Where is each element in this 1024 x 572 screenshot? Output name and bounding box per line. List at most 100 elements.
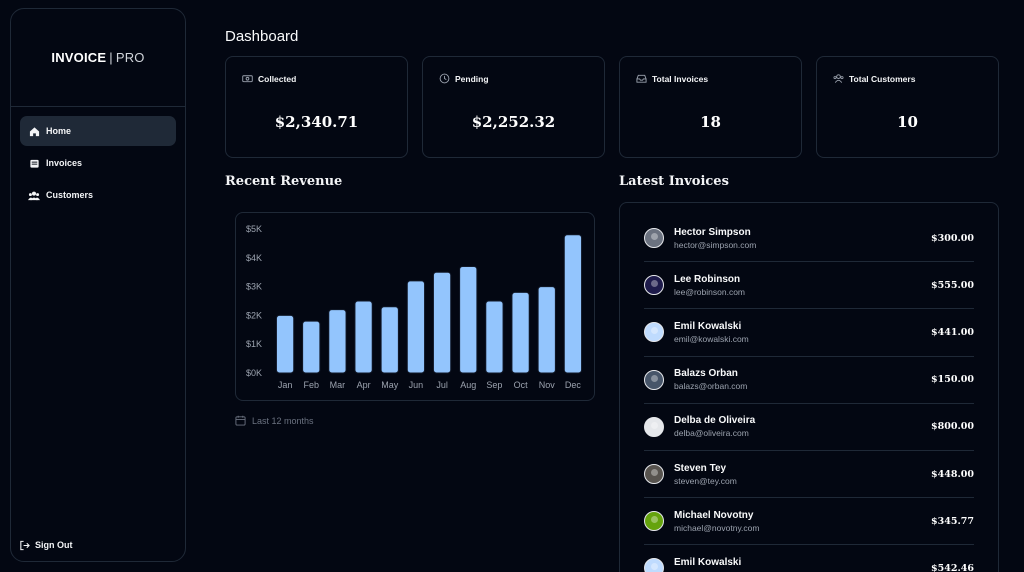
customer-email: emil@kowalski.com [674,333,749,344]
invoice-row[interactable]: Balazs Orban balazs@orban.com $150.00 [644,357,974,404]
avatar [644,322,664,343]
invoice-amount: $448.00 [931,468,974,480]
card-total-customers: Total Customers 10 [816,56,999,158]
y-tick-label: $5K [246,224,262,234]
avatar [644,275,664,296]
recent-revenue-title: Recent Revenue [225,174,343,189]
x-tick-label: Aug [460,380,476,390]
card-label: Collected [258,73,297,84]
x-tick-label: Mar [330,380,346,390]
invoice-row[interactable]: Emil Kowalski emil@kowalski.com $441.00 [644,309,974,357]
dashboard-app: INVOICE | PRO Home Invoices Customers Si… [0,0,1024,572]
home-icon [28,125,40,137]
card-collected: Collected $2,340.71 [225,56,408,158]
customer-email: delba@oliveira.com [674,428,749,439]
brand-separator: | [109,50,113,65]
card-value: 10 [897,113,918,131]
invoice-info: Delba de Oliveira delba@oliveira.com [674,414,931,439]
customer-name: Balazs Orban [674,368,738,380]
revenue-bar-jan[interactable] [275,314,295,374]
invoice-row[interactable]: Emil Kowalskiemil@kowalski.com$542.46 [644,545,974,572]
card-label: Total Invoices [652,73,709,84]
revenue-bar-nov[interactable] [537,286,556,374]
invoice-row[interactable]: Steven Tey steven@tey.com $448.00 [644,451,974,499]
revenue-bar-jul[interactable] [432,271,452,374]
revenue-bar-oct[interactable] [511,291,530,374]
invoice-amount: $150.00 [931,374,974,386]
customer-email: michael@novotny.com [674,522,760,533]
brand-name: INVOICE [51,50,107,65]
sign-out-button[interactable]: Sign Out [19,539,73,551]
sign-out-icon [19,539,31,551]
x-tick-label: Dec [565,380,582,390]
revenue-bar-jun[interactable] [406,280,426,374]
sidebar: INVOICE | PRO Home Invoices Customers Si… [10,8,186,562]
banknotes-icon [242,73,253,84]
invoice-amount: $441.00 [931,326,974,338]
avatar [644,369,664,390]
invoice-row[interactable]: Lee Robinson lee@robinson.com $555.00 [644,262,974,310]
latest-invoices-title: Latest Invoices [619,174,729,189]
card-total-invoices: Total Invoices 18 [619,56,802,158]
avatar [644,511,664,532]
invoice-info: Emil Kowalskiemil@kowalski.com [674,556,931,572]
sign-out-label: Sign Out [35,540,73,550]
y-tick-label: $2K [246,310,262,320]
x-tick-label: Jul [436,380,448,390]
sidebar-item-customers[interactable]: Customers [20,180,176,210]
calendar-icon [235,415,246,426]
invoice-row[interactable]: Delba de Oliveira delba@oliveira.com $800.… [644,404,974,451]
card-value: $2,340.71 [274,113,359,131]
invoice-list: Hector Simpson hector@simpson.com $300.00 L… [644,215,974,572]
revenue-bar-sep[interactable] [485,300,504,374]
invoice-row[interactable]: Michael Novotny michael@novotny.com $345.7… [644,498,974,546]
y-tick-label: $3K [246,282,262,292]
revenue-bar-feb[interactable] [302,320,321,374]
sidebar-item-label: Customers [46,190,94,200]
customer-name: Steven Tey [674,462,727,474]
avatar [644,228,664,249]
chart-footer: Last 12 months [235,415,314,426]
user-group-icon [833,73,844,84]
customer-name: Emil Kowalski [674,320,742,332]
revenue-bar-aug[interactable] [459,265,478,374]
y-tick-label: $0K [246,368,262,378]
card-label: Total Customers [849,73,916,84]
customer-email: steven@tey.com [674,475,737,486]
invoice-info: Lee Robinson lee@robinson.com [674,273,931,298]
y-tick-label: $1K [246,339,262,349]
brand-logo[interactable]: INVOICE | PRO [11,9,185,107]
customer-name: Lee Robinson [674,273,741,285]
customer-email: lee@robinson.com [674,286,745,297]
invoice-amount: $542.46 [931,562,974,572]
avatar [644,558,664,572]
x-tick-label: Jan [278,380,293,390]
revenue-bar-dec[interactable] [563,234,583,374]
revenue-bar-may[interactable] [380,306,399,374]
card-value: 18 [700,113,721,131]
invoice-info: Emil Kowalskiemil@kowalski.com [674,320,931,345]
card-pending: Pending $2,252.32 [422,56,605,158]
invoice-info: Steven Tey steven@tey.com [674,462,931,487]
invoice-amount: $555.00 [931,279,974,291]
revenue-chart-svg: $0K $1K $2K $3K $4K $5K Jan Feb Mar Apr May Jun Jul A… [246,224,583,390]
invoice-info: Balazs Orban balazs@orban.com [674,367,931,392]
revenue-bar-mar[interactable] [328,309,347,374]
card-label: Pending [455,73,489,84]
chart-footer-label: Last 12 months [252,415,314,426]
customer-name: Emil Kowalski [674,556,742,568]
sidebar-nav: Home Invoices Customers [11,107,185,221]
sidebar-item-label: Invoices [46,158,83,168]
sidebar-item-invoices[interactable]: Invoices [20,148,176,178]
x-tick-label: May [381,380,399,390]
customer-name: Hector Simpson [674,226,751,238]
avatar [644,416,664,437]
customer-email: balazs@orban.com [674,381,748,392]
inbox-icon [636,73,647,84]
invoice-row[interactable]: Hector Simpson hector@simpson.com $300.00 [644,215,974,263]
revenue-bar-apr[interactable] [354,300,373,374]
sidebar-item-home[interactable]: Home [20,116,176,146]
x-tick-label: Oct [514,380,529,390]
document-icon [28,157,40,169]
x-tick-label: Sep [486,380,502,390]
